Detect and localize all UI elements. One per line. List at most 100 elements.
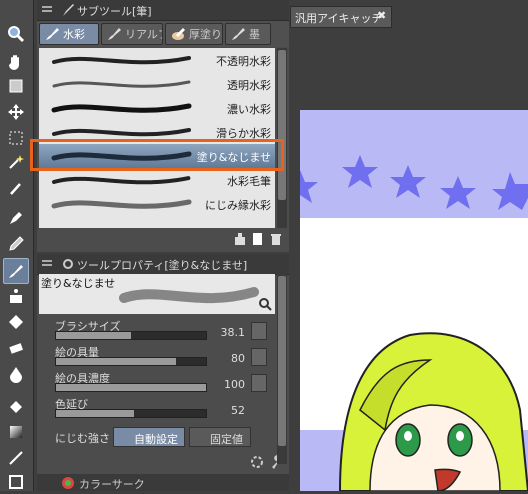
star-shapes: [300, 155, 528, 210]
property-scrollbar[interactable]: [277, 274, 287, 464]
pressure-toggle[interactable]: [251, 374, 267, 392]
move-tool[interactable]: [4, 100, 28, 124]
frame-icon: [9, 475, 23, 489]
object-tool[interactable]: [4, 74, 28, 98]
eyedropper-tool[interactable]: [4, 176, 28, 200]
brush-name: 濃い水彩: [227, 103, 271, 116]
list-item[interactable]: 透明水彩: [39, 72, 275, 97]
brush-preview: 塗り&なじませ: [39, 274, 275, 314]
move-icon: [8, 104, 24, 120]
fixed-value-button[interactable]: 固定値: [189, 427, 251, 447]
figure-icon: [9, 451, 23, 465]
property-panel-titlebar: ツールプロパティ[塗り&なじませ]: [37, 254, 289, 275]
paint-density-property[interactable]: 絵の具濃度 100: [37, 370, 273, 394]
list-item[interactable]: にじみ縁水彩: [39, 192, 275, 217]
property-value: 38.1: [220, 326, 246, 339]
pencil-tool[interactable]: [4, 232, 28, 256]
blend-tool[interactable]: [4, 362, 28, 386]
tab-label: 厚塗り: [189, 28, 222, 41]
stroke-preview: [52, 176, 191, 185]
bucket-icon: [10, 401, 22, 413]
property-value: 52: [231, 404, 245, 417]
canvas-tab[interactable]: 汎用アイキャッチ ✖: [290, 6, 392, 28]
property-slider[interactable]: [55, 383, 207, 392]
auto-setting-button[interactable]: 自動設定: [113, 427, 185, 447]
brush-list: 不透明水彩 透明水彩 濃い水彩 滑らか水彩 塗り&なじませ 水彩毛筆 にじみ縁水…: [39, 48, 275, 228]
subtool-group-tabs: 水彩 リアルフ 厚塗り 墨: [37, 21, 289, 47]
scrollbar-thumb[interactable]: [278, 50, 286, 200]
option-label: 自動設定: [134, 433, 178, 446]
tool-property-panel: ツールプロパティ[塗り&なじませ] 塗り&なじませ ブラシサイズ 38.1 絵の…: [37, 254, 289, 474]
frame-tool[interactable]: [4, 470, 28, 494]
eraser-tool[interactable]: [4, 336, 28, 360]
airbrush-tool[interactable]: [4, 284, 28, 308]
list-item[interactable]: 水彩毛筆: [39, 168, 275, 193]
stroke-preview: [52, 56, 191, 65]
property-slider[interactable]: [55, 409, 207, 418]
brush-icon: [9, 265, 23, 278]
subtool-panel: サブツール[筆] 水彩 リアルフ 厚塗り 墨 不透明水彩 透明水彩: [37, 0, 289, 252]
zoom-preview-icon[interactable]: [257, 296, 273, 312]
brush-list-scrollbar[interactable]: [277, 48, 287, 228]
color-stretch-property[interactable]: 色延び 52: [37, 396, 273, 420]
auto-select-tool[interactable]: [4, 150, 28, 174]
tab-real-fresco[interactable]: リアルフ: [101, 23, 163, 45]
bottom-tab-label[interactable]: カラーサーク: [79, 476, 145, 492]
tab-watercolor[interactable]: 水彩: [39, 23, 99, 45]
copy-subtool-icon[interactable]: [251, 232, 265, 246]
slider-fill: [56, 410, 134, 417]
pencil-icon: [9, 236, 24, 251]
tab-ink[interactable]: 墨: [225, 23, 271, 45]
fill-tool[interactable]: [4, 396, 28, 420]
menu-icon[interactable]: [41, 4, 53, 16]
option-label: 固定値: [210, 433, 243, 446]
gradient-icon: [10, 426, 22, 438]
subtool-panel-icon: [63, 4, 74, 16]
character-figure: [338, 332, 528, 491]
subtool-footer: [37, 228, 289, 250]
brush-tool[interactable]: [3, 258, 29, 284]
menu-icon[interactable]: [41, 258, 53, 270]
bottom-tab-bar: カラーサーク: [37, 474, 289, 491]
magnifier-icon: [8, 26, 25, 43]
brush-name: にじみ縁水彩: [205, 199, 271, 212]
blend-label: にじむ強さ: [55, 432, 110, 445]
brush-icon: [108, 28, 121, 40]
pressure-toggle[interactable]: [251, 322, 267, 340]
pen-icon: [10, 212, 22, 224]
property-slider[interactable]: [55, 357, 207, 366]
eyedropper-icon: [10, 183, 21, 195]
zoom-tool[interactable]: [4, 22, 28, 46]
decoration-icon: [9, 315, 23, 329]
figure-tool[interactable]: [4, 446, 28, 470]
pressure-toggle[interactable]: [251, 348, 267, 366]
brush-name: 透明水彩: [227, 79, 271, 92]
selection-tool[interactable]: [4, 126, 28, 150]
eraser-icon: [9, 343, 24, 354]
paint-amount-property[interactable]: 絵の具量 80: [37, 344, 273, 368]
scrollbar-thumb[interactable]: [278, 276, 286, 446]
subtool-panel-title: サブツール[筆]: [77, 5, 152, 18]
color-wheel-icon: [62, 477, 74, 489]
gradient-tool[interactable]: [4, 420, 28, 444]
magic-wand-icon: [9, 155, 24, 169]
slider-fill: [56, 332, 131, 339]
tab-thick-paint[interactable]: 厚塗り: [165, 23, 223, 45]
tab-label: 墨: [249, 28, 260, 41]
list-item[interactable]: 濃い水彩: [39, 96, 275, 121]
selection-icon: [9, 131, 23, 145]
brush-size-property[interactable]: ブラシサイズ 38.1: [37, 318, 273, 342]
subtool-settings-icon[interactable]: [233, 232, 247, 246]
preview-label: 塗り&なじませ: [41, 277, 116, 290]
close-icon[interactable]: ✖: [377, 9, 386, 22]
airbrush-icon: [10, 289, 22, 303]
trash-icon[interactable]: [269, 232, 283, 246]
list-item[interactable]: 不透明水彩: [39, 48, 275, 73]
list-item[interactable]: [39, 216, 275, 228]
decoration-tool[interactable]: [4, 310, 28, 334]
hand-tool[interactable]: [4, 50, 28, 74]
property-slider[interactable]: [55, 331, 207, 340]
pen-tool[interactable]: [4, 206, 28, 230]
tab-label: 水彩: [63, 28, 85, 41]
reset-icon[interactable]: [249, 454, 265, 470]
